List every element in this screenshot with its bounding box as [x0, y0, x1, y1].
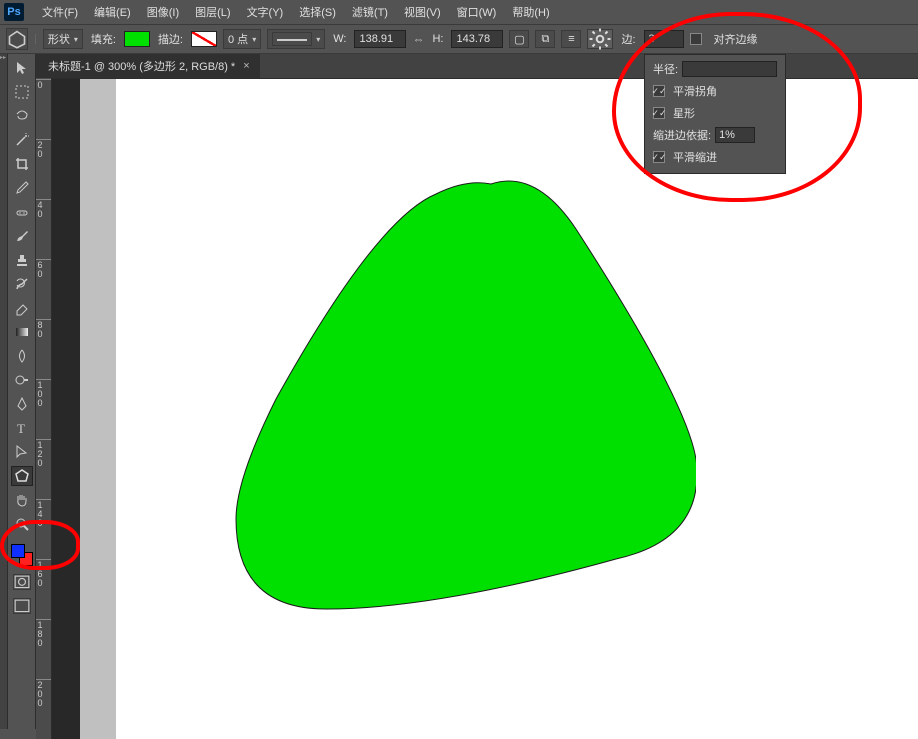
star-label: 星形: [673, 105, 695, 121]
menu-bar: Ps 文件(F) 编辑(E) 图像(I) 图层(L) 文字(Y) 选择(S) 滤…: [0, 0, 918, 24]
fill-label: 填充:: [89, 31, 118, 47]
document-tab-title: 未标题-1 @ 300% (多边形 2, RGB/8) *: [48, 58, 235, 74]
align-edges-checkbox[interactable]: [690, 33, 702, 45]
tool-eraser[interactable]: [11, 298, 33, 318]
tool-dodge[interactable]: [11, 370, 33, 390]
tool-magic-wand[interactable]: [11, 130, 33, 150]
tool-blur[interactable]: [11, 346, 33, 366]
collapsed-panel-strip[interactable]: [0, 54, 8, 729]
width-label: W:: [331, 33, 348, 45]
options-bar: | 形状 ▾ 填充: 描边: 0 点 ▾ ▾ W: ⇔ H: ▢ ⧉ ≡ 边: …: [0, 24, 918, 54]
tool-stamp[interactable]: [11, 250, 33, 270]
menu-type[interactable]: 文字(Y): [239, 0, 292, 24]
menu-edit[interactable]: 编辑(E): [86, 0, 139, 24]
color-swatches[interactable]: [11, 544, 33, 566]
chevron-down-icon: ▾: [316, 35, 320, 44]
path-align-icon[interactable]: ⧉: [535, 30, 555, 48]
tool-type[interactable]: T: [11, 418, 33, 438]
width-field[interactable]: [354, 30, 406, 48]
canvas-viewport[interactable]: [52, 79, 918, 739]
smooth-indent-label: 平滑缩进: [673, 149, 717, 165]
document-tab[interactable]: 未标题-1 @ 300% (多边形 2, RGB/8) * ×: [36, 54, 260, 78]
sides-field[interactable]: [644, 30, 684, 48]
menu-help[interactable]: 帮助(H): [504, 0, 557, 24]
tool-path-select[interactable]: [11, 442, 33, 462]
tool-eyedropper[interactable]: [11, 178, 33, 198]
smooth-corners-label: 平滑拐角: [673, 83, 717, 99]
pasteboard: [80, 79, 116, 739]
tool-zoom[interactable]: [11, 514, 33, 534]
shape-mode-label: 形状: [48, 31, 70, 47]
height-label: H:: [430, 33, 445, 45]
canvas[interactable]: [116, 79, 918, 739]
stroke-style-preview: [272, 32, 312, 46]
link-wh-icon[interactable]: ⇔: [412, 32, 424, 46]
path-combine-icon[interactable]: ▢: [509, 30, 529, 48]
toolbox: T: [8, 54, 36, 729]
polygon-options-popup: 半径: ✓ 平滑拐角 ✓ 星形 缩进边依据: ✓ 平滑缩进: [644, 54, 786, 174]
chevron-down-icon: ▾: [252, 35, 256, 44]
smooth-corners-checkbox[interactable]: ✓: [653, 85, 665, 97]
tool-gradient[interactable]: [11, 322, 33, 342]
quickmask-toggle[interactable]: [13, 574, 31, 590]
tool-crop[interactable]: [11, 154, 33, 174]
tool-hand[interactable]: [11, 490, 33, 510]
tool-lasso[interactable]: [11, 106, 33, 126]
menu-filter[interactable]: 滤镜(T): [344, 0, 396, 24]
indent-label: 缩进边依据:: [653, 127, 711, 143]
svg-text:T: T: [17, 421, 25, 436]
close-icon[interactable]: ×: [243, 60, 249, 72]
radius-label: 半径:: [653, 61, 678, 77]
radius-input[interactable]: [682, 61, 777, 77]
path-arrange-icon[interactable]: ≡: [561, 30, 581, 48]
foreground-color-swatch[interactable]: [11, 544, 25, 558]
stroke-swatch[interactable]: [191, 31, 217, 47]
stroke-label: 描边:: [156, 31, 185, 47]
menu-select[interactable]: 选择(S): [291, 0, 344, 24]
tool-brush[interactable]: [11, 226, 33, 246]
menu-layer[interactable]: 图层(L): [187, 0, 238, 24]
tool-history-brush[interactable]: [11, 274, 33, 294]
stroke-width-dropdown[interactable]: 0 点 ▾: [223, 29, 261, 49]
stroke-width-value: 0 点: [228, 31, 248, 47]
menu-window[interactable]: 窗口(W): [449, 0, 505, 24]
menu-view[interactable]: 视图(V): [396, 0, 449, 24]
ruler-vertical[interactable]: 0 20 40 60 80 100 120 140 160 180 200: [36, 79, 52, 739]
chevron-down-icon: ▾: [74, 35, 78, 44]
tool-preset-icon[interactable]: [6, 28, 28, 50]
tool-polygon[interactable]: [11, 466, 33, 486]
menu-file[interactable]: 文件(F): [34, 0, 86, 24]
tool-marquee[interactable]: [11, 82, 33, 102]
align-edges-label: 对齐边缘: [712, 31, 760, 47]
menu-image[interactable]: 图像(I): [139, 0, 187, 24]
height-field[interactable]: [451, 30, 503, 48]
indent-input[interactable]: [715, 127, 755, 143]
tool-healing[interactable]: [11, 202, 33, 222]
shape-mode-dropdown[interactable]: 形状 ▾: [43, 29, 83, 49]
stroke-style-dropdown[interactable]: ▾: [267, 29, 325, 49]
tool-pen[interactable]: [11, 394, 33, 414]
screenmode-toggle[interactable]: [13, 598, 31, 614]
app-logo: Ps: [4, 3, 24, 21]
fill-swatch[interactable]: [124, 31, 150, 47]
smooth-indent-checkbox[interactable]: ✓: [653, 151, 665, 163]
star-checkbox[interactable]: ✓: [653, 107, 665, 119]
sides-label: 边:: [619, 31, 637, 47]
polygon-shape[interactable]: [176, 139, 696, 659]
tool-move[interactable]: [11, 58, 33, 78]
polygon-options-gear-icon[interactable]: [587, 29, 613, 49]
